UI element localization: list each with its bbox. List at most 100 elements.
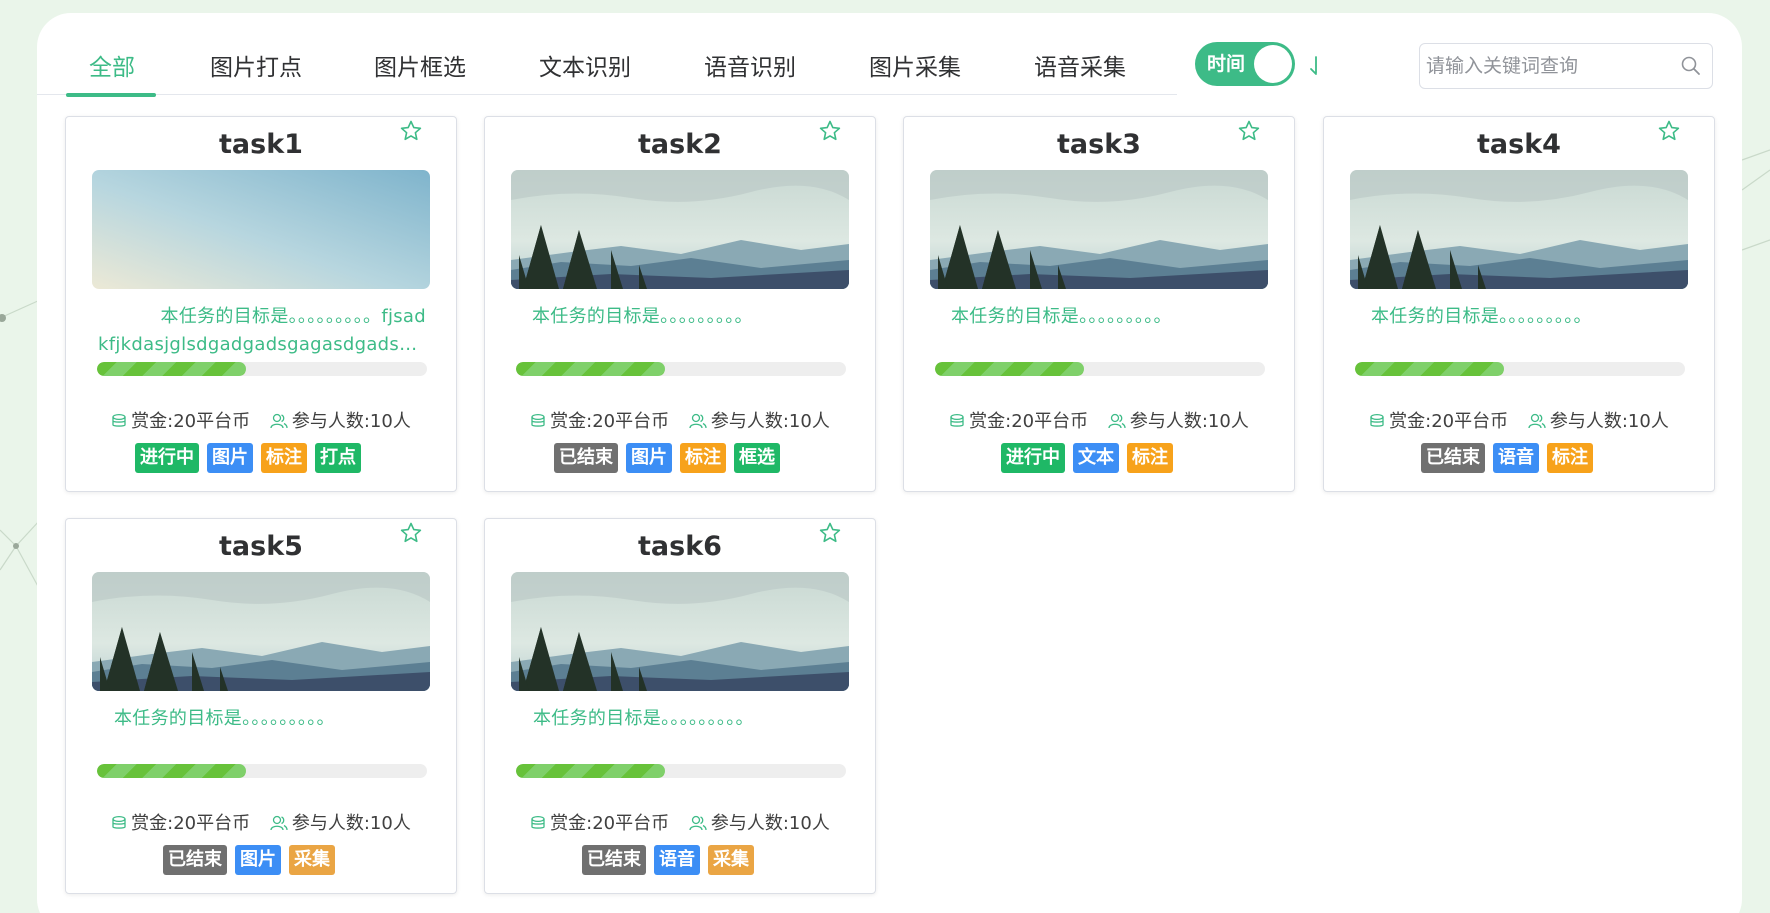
type-image-tag: 图片: [235, 845, 281, 875]
label-box-tag: 框选: [734, 443, 780, 473]
favorite-star-icon[interactable]: [818, 119, 842, 143]
status-in-progress-tag: 进行中: [1001, 443, 1065, 473]
participants-text: 参与人数:10人: [710, 411, 830, 432]
users-icon: [270, 815, 288, 831]
sort-by-time-switch[interactable]: 时间: [1195, 42, 1295, 86]
participants-info: 参与人数:10人: [689, 809, 830, 835]
reward-info: 赏金:20平台币: [1369, 407, 1508, 433]
participants-info: 参与人数:10人: [1108, 407, 1249, 433]
task-tags: 已结束 图片 采集: [66, 845, 456, 875]
tab-speech-recognition[interactable]: 语音识别: [704, 53, 796, 91]
favorite-star-icon[interactable]: [1657, 119, 1681, 143]
task-description: 本任务的目标是。。。。。。。。。: [532, 306, 753, 327]
coins-icon: [531, 815, 545, 829]
task-card[interactable]: task2 本任务的目标是。。。。。。。。。 赏金:20平台币 参与人数:10人…: [484, 116, 876, 492]
label-collect-tag: 采集: [289, 845, 335, 875]
reward-info: 赏金:20平台币: [111, 809, 250, 835]
users-icon: [1108, 413, 1126, 429]
task-cover-image[interactable]: [92, 572, 430, 691]
search-icon[interactable]: [1680, 55, 1702, 77]
tab-image-box[interactable]: 图片框选: [374, 53, 466, 91]
task-cover-image[interactable]: [511, 572, 849, 691]
status-ended-tag: 已结束: [554, 443, 618, 473]
task-progress-bar: [935, 362, 1265, 376]
reward-text: 赏金:20平台币: [550, 411, 670, 432]
reward-text: 赏金:20平台币: [131, 411, 251, 432]
status-ended-tag: 已结束: [1421, 443, 1485, 473]
users-icon: [270, 413, 288, 429]
task-title[interactable]: task1: [66, 129, 456, 160]
active-tab-indicator: [66, 93, 156, 97]
task-cover-image[interactable]: [92, 170, 430, 289]
participants-info: 参与人数:10人: [689, 407, 830, 433]
task-card[interactable]: task6 本任务的目标是。。。。。。。。。 赏金:20平台币 参与人数:10人…: [484, 518, 876, 894]
task-progress-bar: [97, 362, 427, 376]
tab-all[interactable]: 全部: [89, 53, 135, 91]
type-image-tag: 图片: [626, 443, 672, 473]
tab-voice-collection[interactable]: 语音采集: [1034, 53, 1126, 91]
task-cover-image[interactable]: [1350, 170, 1688, 289]
participants-info: 参与人数:10人: [270, 809, 411, 835]
tab-image-collection[interactable]: 图片采集: [869, 53, 961, 91]
users-icon: [1528, 413, 1546, 429]
participants-info: 参与人数:10人: [1528, 407, 1669, 433]
favorite-star-icon[interactable]: [399, 521, 423, 545]
task-meta: 赏金:20平台币 参与人数:10人: [904, 407, 1294, 433]
participants-text: 参与人数:10人: [710, 813, 830, 834]
coins-icon: [112, 815, 126, 829]
type-text-tag: 文本: [1073, 443, 1119, 473]
task-card[interactable]: task4 本任务的目标是。。。。。。。。。 赏金:20平台币 参与人数:10人…: [1323, 116, 1715, 492]
favorite-star-icon[interactable]: [1237, 119, 1261, 143]
task-title[interactable]: task6: [485, 531, 875, 562]
task-meta: 赏金:20平台币 参与人数:10人: [485, 809, 875, 835]
task-progress-fill: [516, 362, 665, 376]
coins-icon: [1370, 413, 1384, 427]
task-card[interactable]: task5 本任务的目标是。。。。。。。。。 赏金:20平台币 参与人数:10人…: [65, 518, 457, 894]
status-ended-tag: 已结束: [582, 845, 646, 875]
favorite-star-icon[interactable]: [399, 119, 423, 143]
task-title[interactable]: task2: [485, 129, 875, 160]
task-description: 本任务的目标是。。。。。。。。。fjsad: [160, 306, 426, 327]
participants-info: 参与人数:10人: [270, 407, 411, 433]
reward-text: 赏金:20平台币: [131, 813, 251, 834]
task-cover-image[interactable]: [930, 170, 1268, 289]
task-tags: 已结束 语音 标注: [1324, 443, 1714, 473]
task-tags: 已结束 图片 标注 框选: [485, 443, 875, 473]
task-card[interactable]: task3 本任务的目标是。。。。。。。。。 赏金:20平台币 参与人数:10人…: [903, 116, 1295, 492]
task-description: 本任务的目标是。。。。。。。。。: [951, 306, 1172, 327]
search-box: [1419, 43, 1713, 89]
tab-image-point[interactable]: 图片打点: [210, 53, 302, 91]
task-progress-fill: [97, 362, 246, 376]
users-icon: [689, 413, 707, 429]
switch-knob: [1254, 45, 1292, 83]
tab-text-recognition[interactable]: 文本识别: [539, 53, 631, 91]
task-progress-fill: [935, 362, 1084, 376]
task-title[interactable]: task4: [1324, 129, 1714, 160]
label-annotate-tag: 标注: [680, 443, 726, 473]
task-progress-bar: [516, 362, 846, 376]
task-title[interactable]: task3: [904, 129, 1294, 160]
reward-text: 赏金:20平台币: [1389, 411, 1509, 432]
task-title[interactable]: task5: [66, 531, 456, 562]
type-voice-tag: 语音: [654, 845, 700, 875]
type-voice-tag: 语音: [1493, 443, 1539, 473]
task-meta: 赏金:20平台币 参与人数:10人: [66, 809, 456, 835]
task-cover-image[interactable]: [511, 170, 849, 289]
participants-text: 参与人数:10人: [1129, 411, 1249, 432]
task-card[interactable]: task1 本任务的目标是。。。。。。。。。fjsad kfjkdasjglsd…: [65, 116, 457, 492]
label-annotate-tag: 标注: [261, 443, 307, 473]
favorite-star-icon[interactable]: [818, 521, 842, 545]
participants-text: 参与人数:10人: [291, 411, 411, 432]
label-point-tag: 打点: [315, 443, 361, 473]
task-progress-bar: [97, 764, 427, 778]
switch-label: 时间: [1207, 53, 1246, 75]
task-meta: 赏金:20平台币 参与人数:10人: [66, 407, 456, 433]
reward-text: 赏金:20平台币: [550, 813, 670, 834]
sort-arrow-icon[interactable]: [1305, 51, 1327, 81]
reward-info: 赏金:20平台币: [530, 809, 669, 835]
search-input[interactable]: [1426, 50, 1666, 82]
users-icon: [689, 815, 707, 831]
task-progress-fill: [516, 764, 665, 778]
category-tabs: 全部 图片打点 图片框选 文本识别 语音识别 图片采集 语音采集: [37, 13, 1177, 97]
task-tags: 已结束 语音 采集: [485, 845, 875, 875]
